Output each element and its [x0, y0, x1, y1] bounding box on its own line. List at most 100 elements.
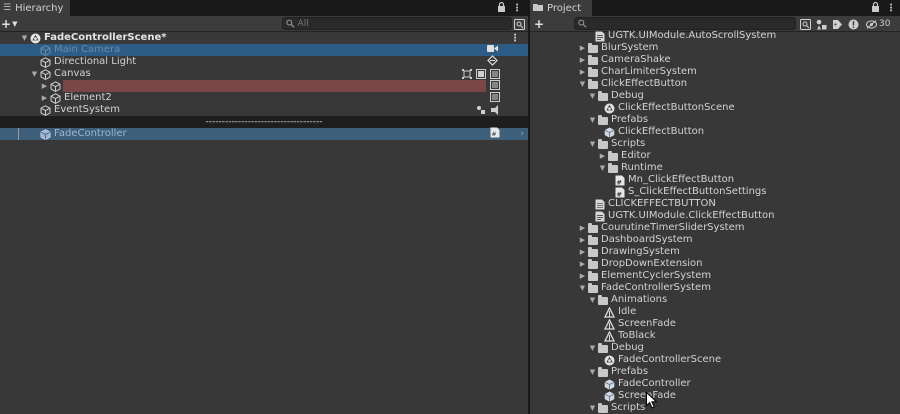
project-row[interactable]: CLICKEFFECTBUTTON	[530, 198, 900, 210]
project-row-label: DrawingSystem	[601, 246, 680, 257]
log-info-icon[interactable]	[846, 17, 860, 31]
project-row-label: UGTK.UIModule.AutoScrollSystem	[608, 30, 777, 41]
project-row[interactable]: ▶ DropDownExtension	[530, 258, 900, 270]
fold-expanded-icon[interactable]: ▼	[598, 164, 607, 172]
folder-icon	[588, 223, 598, 233]
project-row[interactable]: ▼ Debug	[530, 342, 900, 354]
hierarchy-item-canvas[interactable]: ▼ Canvas	[0, 68, 528, 80]
project-row[interactable]: ScreenFade	[530, 390, 900, 402]
folder-open-icon	[598, 403, 608, 413]
project-row[interactable]: # S_ClickEffectButtonSettings	[530, 186, 900, 198]
text-asset-icon	[594, 199, 605, 210]
fold-collapsed-icon[interactable]: ▶	[578, 248, 587, 256]
project-row[interactable]: UGTK.UIModule.ClickEffectButton	[530, 210, 900, 222]
project-row[interactable]: FadeController	[530, 378, 900, 390]
csharp-script-icon: #	[614, 187, 625, 198]
project-row[interactable]: ▶ ElementCyclerSystem	[530, 270, 900, 282]
hierarchy-item-event-system[interactable]: EventSystem	[0, 104, 528, 116]
project-row[interactable]: ▼ Runtime	[530, 162, 900, 174]
project-row[interactable]: ClickEffectButtonScene	[530, 102, 900, 114]
hierarchy-search-field[interactable]	[282, 17, 512, 30]
hierarchy-item-fade-controller[interactable]: FadeController # ›	[0, 127, 528, 140]
fold-expanded-icon[interactable]: ▼	[30, 70, 39, 78]
hierarchy-item-main-camera[interactable]: Main Camera	[0, 44, 528, 56]
hierarchy-item-element2[interactable]: ▶ Element2	[0, 91, 528, 105]
tab-hierarchy[interactable]: ☰ Hierarchy	[0, 0, 70, 16]
filter-by-label-icon[interactable]	[830, 17, 844, 31]
project-row[interactable]: ▼ FadeControllerSystem	[530, 282, 900, 294]
project-row[interactable]: UGTK.UIModule.AutoScrollSystem	[530, 30, 900, 42]
fold-expanded-icon[interactable]: ▼	[588, 344, 597, 352]
lock-icon[interactable]	[871, 1, 880, 15]
project-row[interactable]: ▼ Debug	[530, 90, 900, 102]
project-row[interactable]: ToBlack	[530, 330, 900, 342]
hierarchy-separator[interactable]: ------------------------------------	[0, 116, 528, 128]
hierarchy-search-input[interactable]	[297, 18, 511, 29]
project-row[interactable]: ▶ BlurSystem	[530, 42, 900, 54]
search-filter-icon[interactable]	[512, 17, 526, 31]
project-row[interactable]: FadeControllerScene	[530, 354, 900, 366]
project-row[interactable]: Idle	[530, 306, 900, 318]
more-menu-icon[interactable]: ⋮	[886, 3, 896, 14]
fold-collapsed-icon[interactable]: ▶	[578, 68, 587, 76]
project-row[interactable]: ▶ CourutineTimerSliderSystem	[530, 222, 900, 234]
open-prefab-arrow-icon[interactable]: ›	[520, 129, 524, 139]
project-row-label: FadeControllerSystem	[601, 282, 711, 293]
fold-collapsed-icon[interactable]: ▶	[598, 152, 607, 160]
project-row[interactable]: ▶ Editor	[530, 150, 900, 162]
project-row[interactable]: ▶ CharLimiterSystem	[530, 66, 900, 78]
project-row-label: ClickEffectButton	[601, 78, 688, 89]
fold-expanded-icon[interactable]: ▼	[588, 296, 597, 304]
project-row[interactable]: ScreenFade	[530, 318, 900, 330]
fold-collapsed-icon[interactable]: ▶	[578, 260, 587, 268]
fold-expanded-icon[interactable]: ▼	[20, 34, 29, 42]
filter-by-type-icon[interactable]	[814, 17, 828, 31]
hidden-packages-toggle[interactable]: 30	[866, 17, 900, 31]
project-row-label: ClickEffectButtonScene	[618, 102, 735, 113]
fold-expanded-icon[interactable]: ▼	[588, 368, 597, 376]
project-row[interactable]: # Mn_ClickEffectButton	[530, 174, 900, 186]
project-row[interactable]: ▼ ClickEffectButton	[530, 78, 900, 90]
project-row[interactable]: ▶ DashboardSystem	[530, 234, 900, 246]
project-row[interactable]: ▼ Prefabs	[530, 114, 900, 126]
fold-expanded-icon[interactable]: ▼	[588, 116, 597, 124]
fold-collapsed-icon[interactable]: ▶	[578, 56, 587, 64]
hierarchy-item-element1[interactable]: ▶	[0, 79, 528, 92]
project-row-label: Debug	[611, 342, 644, 353]
fold-expanded-icon[interactable]: ▼	[578, 284, 587, 292]
more-menu-icon[interactable]: ⋮	[512, 3, 522, 14]
fold-collapsed-icon[interactable]: ▶	[578, 44, 587, 52]
fold-collapsed-icon[interactable]: ▶	[40, 82, 49, 90]
create-button[interactable]: + ▼	[1, 17, 17, 31]
project-row[interactable]: ▼ Prefabs	[530, 366, 900, 378]
rect-transform-icon	[490, 91, 500, 105]
search-by-type-icon[interactable]	[798, 17, 812, 31]
project-search-field[interactable]	[574, 17, 796, 30]
project-row[interactable]: ▼ Scripts	[530, 138, 900, 150]
lock-icon[interactable]	[497, 1, 506, 15]
project-row[interactable]: ▶ CameraShake	[530, 54, 900, 66]
fold-collapsed-icon[interactable]: ▶	[578, 272, 587, 280]
hierarchy-item-directional-light[interactable]: Directional Light	[0, 55, 528, 68]
project-row[interactable]: ClickEffectButton	[530, 126, 900, 138]
project-row[interactable]: ▼ Animations	[530, 294, 900, 306]
fold-expanded-icon[interactable]: ▼	[588, 140, 597, 148]
fold-collapsed-icon[interactable]: ▶	[578, 236, 587, 244]
scene-header-row[interactable]: ▼ FadeControllerScene* ⋮	[0, 32, 528, 44]
hierarchy-list-icon: ☰	[3, 3, 12, 13]
gameobject-cube-icon	[50, 92, 61, 104]
project-row-label: ScreenFade	[618, 318, 676, 329]
scene-more-icon[interactable]: ⋮	[510, 33, 520, 44]
project-row[interactable]: ▼ Scripts	[530, 402, 900, 414]
fold-expanded-icon[interactable]: ▼	[578, 80, 587, 88]
fold-expanded-icon[interactable]: ▼	[588, 404, 597, 412]
project-row-label: ElementCyclerSystem	[601, 270, 712, 281]
create-asset-button[interactable]: +	[534, 17, 544, 31]
fold-expanded-icon[interactable]: ▼	[588, 92, 597, 100]
project-row-label: Idle	[618, 306, 637, 317]
project-search-input[interactable]	[589, 18, 795, 29]
fold-collapsed-icon[interactable]: ▶	[578, 224, 587, 232]
tab-project[interactable]: Project	[530, 0, 592, 16]
fold-collapsed-icon[interactable]: ▶	[40, 94, 49, 102]
project-row[interactable]: ▶ DrawingSystem	[530, 246, 900, 258]
